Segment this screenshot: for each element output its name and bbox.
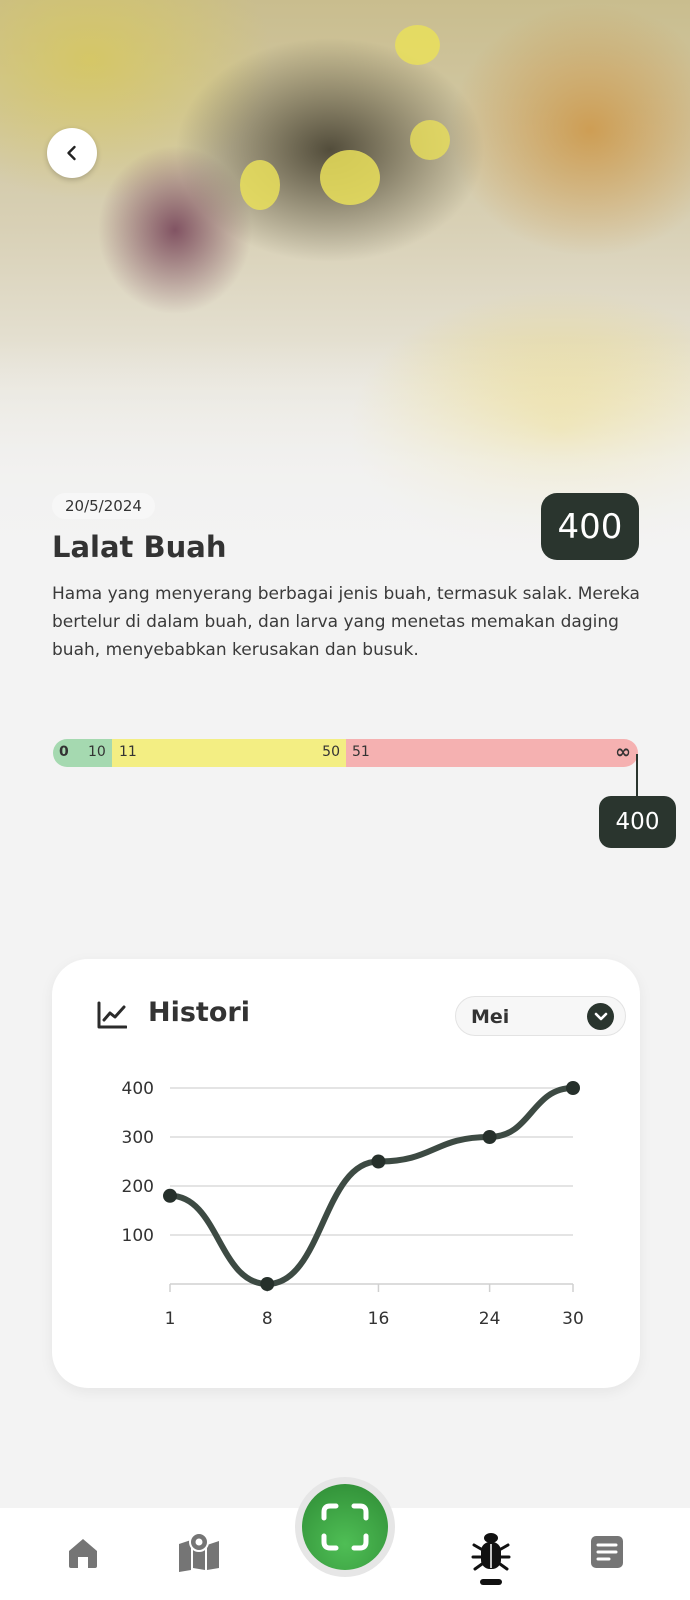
x-tick-label: 1 xyxy=(165,1309,176,1329)
scale-segment-high: 51 ∞ xyxy=(346,739,638,767)
scale-marker-value: 400 xyxy=(599,796,676,848)
y-tick-label: 300 xyxy=(122,1128,154,1148)
date-chip: 20/5/2024 xyxy=(52,493,155,519)
scale-low-min: 0 xyxy=(59,744,69,760)
pest-photo xyxy=(0,0,690,560)
chevron-left-icon xyxy=(67,145,76,161)
nav-home[interactable] xyxy=(62,1532,104,1574)
nav-pests[interactable] xyxy=(470,1528,512,1574)
y-tick-label: 400 xyxy=(122,1079,154,1099)
pest-description: Hama yang menyerang berbagai jenis buah,… xyxy=(52,584,640,660)
scale-high-max: ∞ xyxy=(615,741,631,763)
data-point xyxy=(163,1188,177,1203)
x-tick-label: 16 xyxy=(368,1309,390,1329)
scan-icon xyxy=(321,1503,369,1551)
y-tick-label: 200 xyxy=(122,1177,154,1197)
document-icon xyxy=(591,1536,623,1568)
scale-segment-mid: 11 50 xyxy=(112,739,346,767)
page-title: Lalat Buah xyxy=(52,530,227,564)
home-icon xyxy=(69,1539,97,1568)
data-point xyxy=(371,1154,386,1169)
scale-high-min: 51 xyxy=(352,744,370,760)
scale-marker-line xyxy=(636,754,638,798)
scan-button-ring xyxy=(295,1477,395,1577)
x-tick-label: 30 xyxy=(562,1309,584,1329)
history-card: Histori Mei 100 200 300 400 1 8 16 24 30 xyxy=(52,959,640,1388)
scale-mid-max: 50 xyxy=(322,744,340,760)
bug-icon xyxy=(471,1533,511,1571)
data-point xyxy=(482,1130,497,1144)
map-icon xyxy=(179,1532,219,1572)
scale-segment-low: 0 10 xyxy=(53,739,112,767)
count-badge: 400 xyxy=(541,493,639,560)
history-line-chart: 100 200 300 400 1 8 16 24 30 xyxy=(122,1079,584,1329)
x-tick-label: 24 xyxy=(479,1309,501,1329)
x-tick-label: 8 xyxy=(262,1309,273,1329)
scale-mid-min: 11 xyxy=(119,744,137,760)
nav-map[interactable] xyxy=(176,1530,222,1574)
threshold-scale: 0 10 11 50 51 ∞ xyxy=(53,739,638,767)
scale-low-max: 10 xyxy=(88,744,106,760)
nav-reports[interactable] xyxy=(588,1532,626,1572)
scan-button[interactable] xyxy=(302,1484,388,1570)
y-tick-label: 100 xyxy=(122,1226,154,1246)
nav-active-indicator xyxy=(480,1579,502,1585)
data-point xyxy=(566,1081,580,1095)
data-point xyxy=(260,1277,275,1291)
back-button[interactable] xyxy=(47,128,97,178)
